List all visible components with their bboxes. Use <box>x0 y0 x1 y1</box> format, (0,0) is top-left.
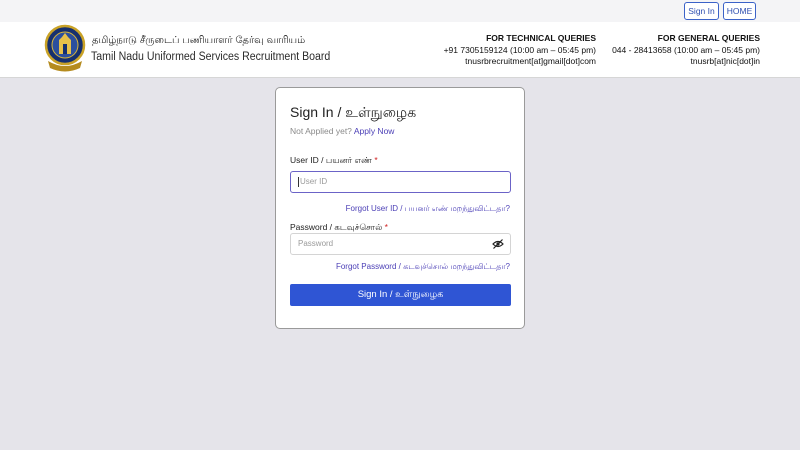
signin-submit-button[interactable]: Sign In / உள்நுழைக <box>290 284 511 306</box>
technical-queries-title: FOR TECHNICAL QUERIES <box>486 33 596 43</box>
signin-top-button[interactable]: Sign In <box>684 2 719 20</box>
required-mark: * <box>374 155 378 165</box>
not-applied-label: Not Applied yet? <box>290 126 352 136</box>
technical-queries: FOR TECHNICAL QUERIES +91 7305159124 (10… <box>444 33 596 68</box>
forgot-password-link[interactable]: Forgot Password / கடவுச்சொல் மறந்துவிட்ட… <box>336 262 510 272</box>
general-queries: FOR GENERAL QUERIES 044 - 28413658 (10:0… <box>612 33 760 68</box>
password-input[interactable]: Password <box>290 233 511 255</box>
emblem-logo[interactable] <box>43 23 87 75</box>
technical-queries-email: tnusrbrecruitment[at]gmail[dot]com <box>465 56 596 66</box>
text-caret <box>298 176 299 187</box>
login-card: Sign In / உள்நுழைக Not Applied yet? Appl… <box>275 87 525 329</box>
org-name-english: Tamil Nadu Uniformed Services Recruitmen… <box>91 51 331 63</box>
userid-input[interactable]: User ID <box>290 171 511 193</box>
org-name-tamil: தமிழ்நாடு சீருடைப் பணியாளர் தேர்வு வாரிய… <box>92 35 306 46</box>
eye-slash-icon[interactable] <box>492 239 504 249</box>
not-applied-text: Not Applied yet? Apply Now <box>290 126 394 136</box>
password-placeholder: Password <box>298 239 334 248</box>
site-header: தமிழ்நாடு சீருடைப் பணியாளர் தேர்வு வாரிய… <box>0 22 800 78</box>
technical-queries-phone: +91 7305159124 (10:00 am – 05:45 pm) <box>443 44 596 55</box>
home-button[interactable]: HOME <box>723 2 756 20</box>
general-queries-phone: 044 - 28413658 (10:00 am – 05:45 pm) <box>612 44 760 55</box>
general-queries-title: FOR GENERAL QUERIES <box>657 33 760 43</box>
userid-label-text: User ID / பயனர் எண் <box>290 155 372 165</box>
login-title: Sign In / உள்நுழைக <box>290 104 417 120</box>
userid-label: User ID / பயனர் எண் * <box>290 155 378 167</box>
userid-placeholder: User ID <box>300 177 328 186</box>
apply-now-link[interactable]: Apply Now <box>354 126 395 136</box>
top-bar: Sign In HOME <box>0 0 800 22</box>
password-label-text: Password / கடவுச்சொல் <box>290 222 383 232</box>
required-mark: * <box>384 222 388 232</box>
forgot-userid-link[interactable]: Forgot User ID / பயனர் எண் மறந்துவிட்டதா… <box>346 204 510 214</box>
general-queries-email: tnusrb[at]nic[dot]in <box>690 56 760 66</box>
